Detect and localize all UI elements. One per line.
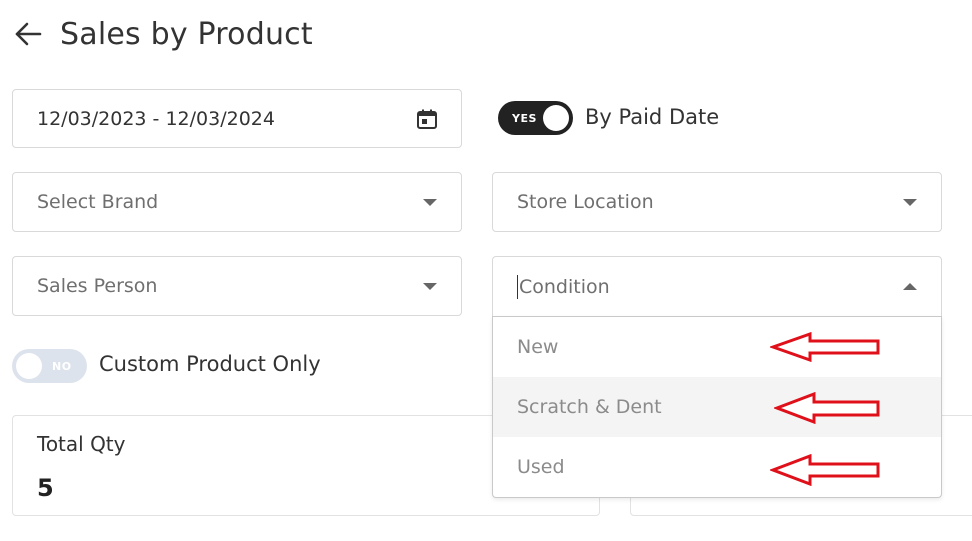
total-qty-label: Total Qty: [37, 432, 126, 456]
arrow-left-icon: [15, 22, 42, 46]
sales-by-product-page: Sales by Product 12/03/2023 - 12/03/2024…: [0, 0, 972, 541]
chevron-down-icon: [423, 199, 437, 206]
brand-placeholder: Select Brand: [37, 191, 159, 213]
date-range-field[interactable]: 12/03/2023 - 12/03/2024: [12, 89, 462, 148]
page-header: Sales by Product: [14, 16, 313, 52]
toggle-knob: [543, 105, 569, 131]
custom-product-label: Custom Product Only: [99, 352, 321, 376]
condition-select[interactable]: Condition: [492, 256, 942, 317]
sales-person-placeholder: Sales Person: [37, 275, 158, 297]
toggle-knob: [16, 353, 42, 379]
by-paid-date-label: By Paid Date: [585, 105, 720, 129]
sales-person-select[interactable]: Sales Person: [12, 256, 462, 316]
page-title: Sales by Product: [60, 16, 313, 52]
back-button[interactable]: [14, 16, 46, 52]
date-range-value: 12/03/2023 - 12/03/2024: [37, 107, 275, 130]
custom-product-toggle[interactable]: NO: [12, 349, 87, 383]
annotation-arrow-icon: [770, 332, 880, 362]
store-location-placeholder: Store Location: [517, 191, 654, 213]
annotation-arrow-icon: [770, 454, 880, 486]
store-location-select[interactable]: Store Location: [492, 172, 942, 232]
brand-select[interactable]: Select Brand: [12, 172, 462, 232]
toggle-state-text: NO: [52, 359, 72, 373]
calendar-icon[interactable]: [415, 107, 439, 131]
chevron-down-icon: [423, 283, 437, 290]
chevron-down-icon: [903, 199, 917, 206]
by-paid-date-toggle[interactable]: YES: [498, 101, 573, 135]
annotation-arrow-icon: [774, 392, 880, 424]
chevron-up-icon: [903, 282, 917, 290]
toggle-state-text: YES: [512, 111, 537, 125]
total-qty-value: 5: [37, 474, 54, 502]
condition-placeholder: Condition: [519, 275, 610, 298]
text-cursor: [517, 274, 518, 299]
